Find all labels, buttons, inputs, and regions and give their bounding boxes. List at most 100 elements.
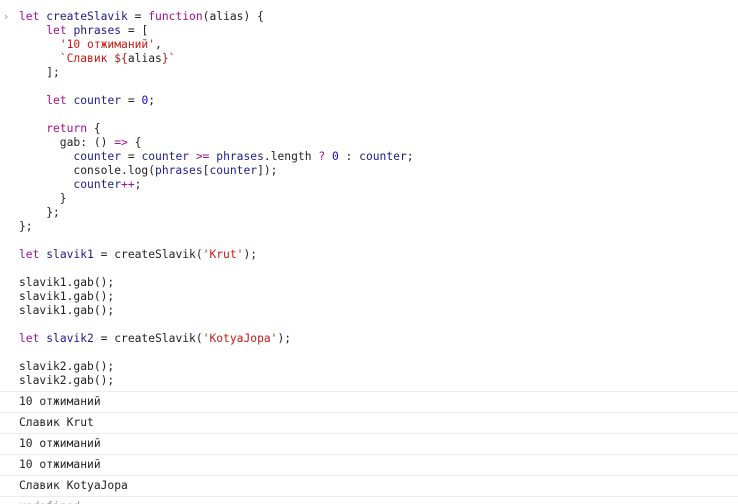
code-token: counter [359, 150, 407, 163]
code-token: => [114, 136, 128, 149]
code-token: let [19, 332, 40, 345]
result-entry: ‹· undefined [0, 497, 738, 504]
code-token: let [46, 94, 67, 107]
code-line: `Славик ${alias}` [19, 52, 738, 66]
code-line: let counter = 0; [19, 94, 738, 108]
code-token: counter [209, 164, 258, 177]
code-block[interactable]: let createSlavik = function(alias) { let… [19, 10, 738, 388]
code-token: let [19, 248, 40, 261]
result-value: undefined [19, 497, 80, 504]
code-token: : [338, 150, 360, 163]
code-token: ); [243, 248, 258, 261]
result-arrow-icon: ‹· [4, 497, 14, 504]
code-line: slavik2.gab(); [19, 374, 738, 388]
code-line: } [19, 192, 738, 206]
code-token: ; [148, 94, 156, 107]
code-line: slavik2.gab(); [19, 360, 738, 374]
code-token: phrases [73, 24, 122, 37]
code-token: createSlavik [46, 10, 128, 23]
code-token: = [121, 94, 142, 107]
code-token: counter [73, 94, 122, 107]
code-token: 0 [331, 150, 339, 163]
code-token: `Славик ${ [59, 52, 128, 65]
code-token: let [46, 24, 67, 37]
code-token: >= [195, 150, 210, 163]
code-token: slavik1.gab(); [19, 304, 115, 317]
code-line: counter++; [19, 178, 738, 192]
code-line: console.log(phrases[counter]); [19, 164, 738, 178]
code-token: counter [73, 178, 122, 191]
code-token: counter [141, 150, 190, 163]
code-token: phrases [216, 150, 264, 163]
code-token: { [127, 136, 142, 149]
code-token: = createSlavik( [93, 248, 203, 261]
code-token: slavik1.gab(); [19, 276, 115, 289]
code-token: slavik2 [46, 332, 94, 345]
code-token: return [46, 122, 88, 135]
code-line: ]; [19, 66, 738, 80]
code-token: , [155, 38, 162, 51]
code-token: }` [161, 52, 176, 65]
console-log-message: Славик Krut [0, 413, 738, 434]
code-token: (alias) { [202, 10, 264, 23]
console-input-entry[interactable]: › let createSlavik = function(alias) { l… [0, 0, 738, 392]
code-line: gab: () => { [19, 136, 738, 150]
console-log-message: 10 отжиманий [0, 434, 738, 455]
code-token: '10 отжиманий' [59, 38, 156, 51]
code-line: let slavik2 = createSlavik('KotyaJopa'); [19, 332, 738, 346]
code-token: slavik1 [46, 248, 94, 261]
code-token: .length [263, 150, 319, 163]
code-token: 'KotyaJopa' [202, 332, 278, 345]
code-token: function [148, 10, 203, 23]
code-token: gab: () [19, 136, 115, 149]
code-token: ; [134, 178, 142, 191]
code-line: counter = counter >= phrases.length ? 0 … [19, 150, 738, 164]
code-token: } [19, 192, 67, 205]
code-token: ]); [257, 164, 278, 177]
code-token: ); [277, 332, 292, 345]
code-token: = [121, 150, 142, 163]
code-line: '10 отжиманий', [19, 38, 738, 52]
code-token: = [127, 10, 149, 23]
code-line: slavik1.gab(); [19, 290, 738, 304]
code-token: }; [19, 220, 33, 233]
code-token: slavik1.gab(); [19, 290, 115, 303]
code-line: let phrases = [ [19, 24, 738, 38]
code-line: slavik1.gab(); [19, 304, 738, 318]
code-token: phrases [155, 164, 203, 177]
code-token: }; [19, 206, 60, 219]
code-token: let [19, 10, 40, 23]
code-token: console.log( [19, 164, 156, 177]
code-token: slavik2.gab(); [19, 360, 115, 373]
console-log-message: 10 отжиманий [0, 392, 738, 413]
code-token: ++ [121, 178, 135, 191]
code-token: { [87, 122, 101, 135]
code-token: counter [73, 150, 122, 163]
code-token: alias [127, 52, 162, 65]
code-line: let slavik1 = createSlavik('Krut'); [19, 248, 738, 262]
code-line: let createSlavik = function(alias) { [19, 10, 738, 24]
code-token: ; [406, 150, 414, 163]
code-line: }; [19, 206, 738, 220]
console-log-message: Славик KotyaJopa [0, 476, 738, 497]
code-token: 'Krut' [202, 248, 244, 261]
code-token: = [ [121, 24, 149, 37]
code-line: slavik1.gab(); [19, 276, 738, 290]
code-line: }; [19, 220, 738, 234]
devtools-console: › let createSlavik = function(alias) { l… [0, 0, 738, 504]
prompt-chevron-icon: › [4, 10, 9, 23]
